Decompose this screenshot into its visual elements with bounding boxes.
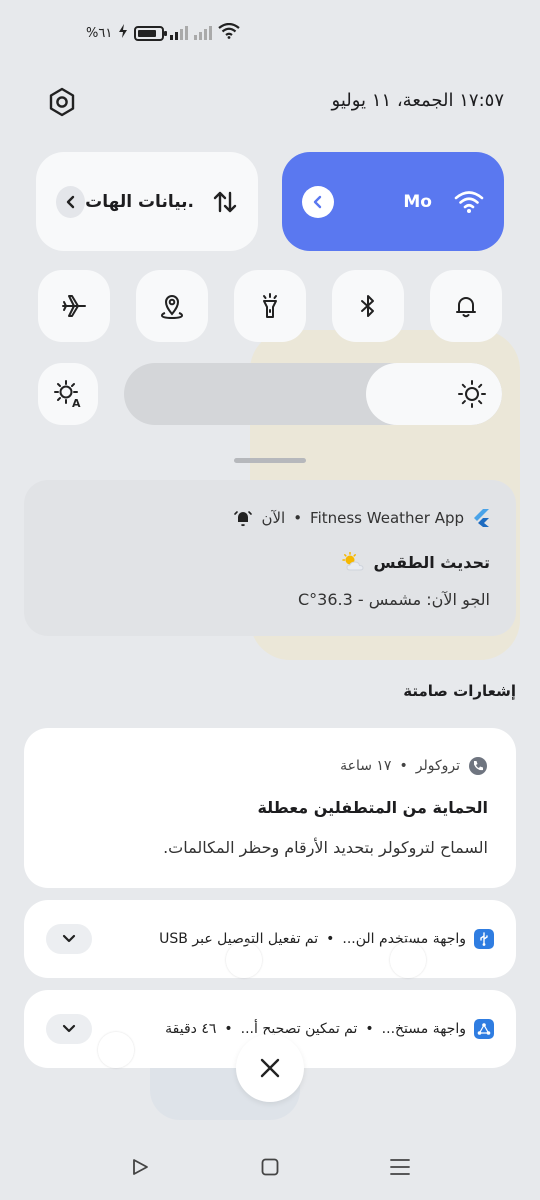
wifi-tile[interactable]: Mo bbox=[282, 152, 504, 251]
mobile-data-tile[interactable]: بيانات الهات. bbox=[36, 152, 258, 251]
truecaller-icon bbox=[469, 757, 487, 775]
signal-sim1-icon bbox=[170, 26, 189, 40]
notification-summary: واجهة مستخ... • تم تمكين تصحيح أ... • ٤٦… bbox=[165, 1019, 494, 1039]
battery-percent: %٦١ bbox=[86, 25, 113, 41]
notification-time: الآن bbox=[261, 509, 286, 527]
navigation-bar bbox=[0, 1150, 540, 1184]
settings-button[interactable] bbox=[46, 86, 78, 118]
signal-sim2-icon bbox=[194, 26, 213, 40]
alert-bell-icon bbox=[234, 511, 253, 527]
usb-notification[interactable]: واجهة مستخدم الن... • تم تفعيل التوصيل ع… bbox=[24, 900, 516, 978]
auto-brightness-icon: A bbox=[54, 380, 81, 409]
notification-app-name: تروكولر bbox=[415, 758, 460, 774]
flashlight-icon bbox=[263, 293, 277, 318]
status-bar: %٦١ bbox=[86, 18, 241, 48]
notification-summary: واجهة مستخدم الن... • تم تفعيل التوصيل ع… bbox=[159, 929, 494, 949]
chevron-left-icon bbox=[66, 195, 74, 208]
bluetooth-toggle[interactable] bbox=[332, 270, 404, 342]
silent-notifications-header: إشعارات صامتة bbox=[403, 682, 516, 700]
notification-header: تروكولر • ١٧ ساعة bbox=[340, 756, 488, 776]
mobile-data-arrows-icon bbox=[213, 191, 237, 212]
notification-time: ٤٦ دقيقة bbox=[165, 1021, 217, 1037]
touch-indicator bbox=[390, 942, 426, 978]
notification-title: تحديث الطقس bbox=[373, 552, 490, 572]
notification-body: الجو الآن: مشمس - 36.3°C bbox=[297, 590, 490, 609]
clear-all-button[interactable] bbox=[236, 1034, 304, 1102]
settings-hexagon-icon bbox=[49, 87, 75, 117]
touch-indicator bbox=[98, 1032, 134, 1068]
mobile-data-expand-button[interactable] bbox=[56, 185, 86, 218]
date-time: ١٧:٥٧ الجمعة، ١١ يوليو bbox=[331, 90, 504, 111]
notification-app-name: Fitness Weather App bbox=[310, 509, 464, 527]
notification-text: تم تمكين تصحيح أ... bbox=[240, 1021, 358, 1037]
wifi-network-label: Mo bbox=[403, 191, 432, 212]
location-toggle[interactable] bbox=[136, 270, 208, 342]
chevron-down-icon bbox=[62, 934, 76, 943]
chevron-down-icon bbox=[62, 1024, 76, 1033]
notification-time: ١٧ ساعة bbox=[340, 758, 392, 774]
brightness-slider[interactable] bbox=[124, 363, 502, 425]
chevron-left-icon bbox=[313, 195, 322, 208]
svg-text:A: A bbox=[72, 397, 81, 409]
panel-drag-handle[interactable] bbox=[234, 458, 306, 463]
back-triangle-icon bbox=[133, 1159, 148, 1175]
location-icon bbox=[160, 295, 184, 320]
bluetooth-icon bbox=[361, 295, 374, 317]
notification-header: Fitness Weather App • الآن bbox=[233, 508, 490, 528]
sound-toggle[interactable] bbox=[430, 270, 502, 342]
airplane-mode-toggle[interactable] bbox=[38, 270, 110, 342]
usb-icon bbox=[474, 929, 494, 949]
wifi-status-icon bbox=[218, 22, 241, 43]
close-icon bbox=[260, 1058, 280, 1078]
truecaller-notification[interactable]: تروكولر • ١٧ ساعة الحماية من المتطفلين م… bbox=[24, 728, 516, 888]
notification-title-row: تحديث الطقس bbox=[341, 552, 490, 572]
auto-brightness-toggle[interactable]: A bbox=[38, 363, 98, 425]
flutter-app-icon bbox=[474, 509, 489, 527]
nav-back-button[interactable] bbox=[120, 1150, 160, 1184]
menu-lines-icon bbox=[390, 1159, 410, 1175]
nav-home-button[interactable] bbox=[250, 1150, 290, 1184]
wifi-expand-button[interactable] bbox=[302, 185, 334, 218]
share-nodes-icon bbox=[474, 1019, 494, 1039]
notification-app-name: واجهة مستخ... bbox=[381, 1021, 466, 1037]
charging-icon bbox=[118, 24, 128, 42]
notification-body: السماح لتروكولر بتحديد الأرقام وحظر المك… bbox=[163, 838, 488, 857]
expand-button[interactable] bbox=[46, 1014, 92, 1044]
expand-button[interactable] bbox=[46, 924, 92, 954]
brightness-sun-icon bbox=[456, 378, 488, 414]
weather-notification[interactable]: Fitness Weather App • الآن تحديث الطقس ا… bbox=[24, 480, 516, 636]
battery-icon bbox=[134, 25, 168, 41]
bell-icon bbox=[456, 297, 476, 318]
notification-title: الحماية من المتطفلين معطلة bbox=[257, 798, 488, 817]
home-square-icon bbox=[261, 1158, 279, 1176]
wifi-icon bbox=[454, 190, 484, 213]
touch-indicator bbox=[226, 942, 262, 978]
airplane-icon bbox=[62, 295, 86, 317]
sun-cloud-icon bbox=[342, 552, 364, 571]
flashlight-toggle[interactable] bbox=[234, 270, 306, 342]
mobile-data-label: بيانات الهات. bbox=[85, 191, 194, 212]
nav-recents-button[interactable] bbox=[380, 1150, 420, 1184]
